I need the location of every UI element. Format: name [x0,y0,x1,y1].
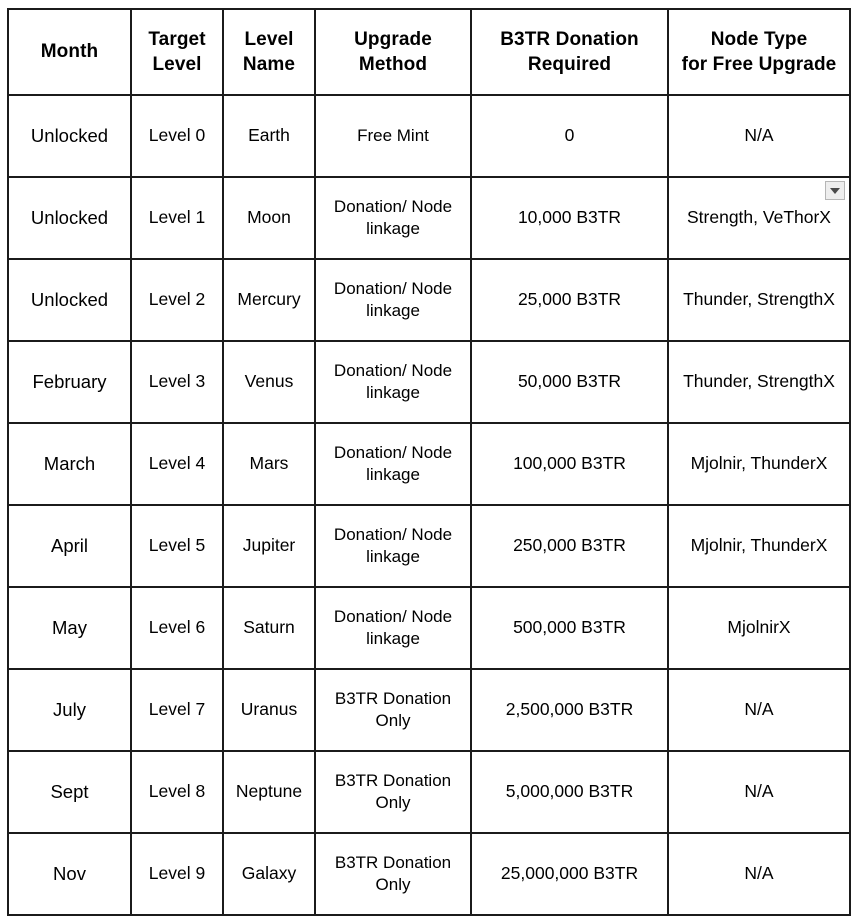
table-row: Unlocked Level 2 Mercury Donation/ Node lin… [7,258,851,342]
cell-node-type-free-upgrade: MjolnirX [667,586,851,670]
table-row: Nov Level 9 Galaxy B3TR Donation Only 25,000… [7,832,851,916]
cell-level-name: Neptune [222,750,316,834]
cell-upgrade-method: Donation/ Node linkage [314,340,472,424]
cell-node-type-free-upgrade: N/A [667,94,851,178]
cell-month: Unlocked [7,258,132,342]
cell-node-type-free-upgrade: Thunder, StrengthX [667,258,851,342]
column-header-upgrade-method: Upgrade Method [314,8,472,96]
column-header-level-name: Level Name [222,8,316,96]
cell-node-type-free-upgrade: N/A [667,750,851,834]
column-header-b3tr-donation-line2: Required [527,54,612,75]
cell-node-type-free-upgrade: Mjolnir, ThunderX [667,422,851,506]
column-header-level-name-line1: Level [244,28,294,50]
cell-month: Nov [7,832,132,916]
cell-level-name: Earth [222,94,316,178]
column-header-month: Month [7,8,132,96]
cell-level-name: Galaxy [222,832,316,916]
cell-b3tr-donation-required: 250,000 B3TR [470,504,669,588]
cell-target-level: Level 2 [130,258,224,342]
table-row: Unlocked Level 1 Moon Donation/ Node linkag… [7,176,851,260]
cell-b3tr-donation-required: 25,000,000 B3TR [470,832,669,916]
cell-node-type-free-upgrade: Strength, VeThorX [667,176,851,260]
cell-b3tr-donation-required: 500,000 B3TR [470,586,669,670]
cell-target-level: Level 6 [130,586,224,670]
cell-level-name: Moon [222,176,316,260]
column-header-target-level-line2: Level [152,54,202,75]
cell-target-level: Level 5 [130,504,224,588]
cell-node-type-free-upgrade: Mjolnir, ThunderX [667,504,851,588]
column-header-month-label: Month [40,41,99,63]
header-row: Month Target Level Level Name Upgrade Me… [7,8,851,96]
cell-month: February [7,340,132,424]
cell-target-level: Level 7 [130,668,224,752]
cell-month: Unlocked [7,176,132,260]
cell-b3tr-donation-required: 0 [470,94,669,178]
cell-b3tr-donation-required: 10,000 B3TR [470,176,669,260]
cell-month: Sept [7,750,132,834]
cell-target-level: Level 8 [130,750,224,834]
cell-upgrade-method: Donation/ Node linkage [314,504,472,588]
table-sheet: Month Target Level Level Name Upgrade Me… [0,0,856,916]
cell-month: May [7,586,132,670]
table-header: Month Target Level Level Name Upgrade Me… [7,8,851,96]
table-row: Unlocked Level 0 Earth Free Mint 0 N/A [7,94,851,178]
cell-level-name: Mercury [222,258,316,342]
cell-month: April [7,504,132,588]
cell-level-name: Venus [222,340,316,424]
column-header-node-type-free-upgrade: Node Type for Free Upgrade [667,8,851,96]
cell-upgrade-method: Donation/ Node linkage [314,258,472,342]
column-header-b3tr-donation-line1: B3TR Donation [500,28,639,50]
cell-node-type-free-upgrade: Thunder, StrengthX [667,340,851,424]
cell-target-level: Level 0 [130,94,224,178]
cell-b3tr-donation-required: 2,500,000 B3TR [470,668,669,752]
cell-level-name: Uranus [222,668,316,752]
cell-target-level: Level 3 [130,340,224,424]
cell-b3tr-donation-required: 25,000 B3TR [470,258,669,342]
column-header-upgrade-method-line2: Method [358,54,428,75]
cell-upgrade-method: Donation/ Node linkage [314,586,472,670]
cell-b3tr-donation-required: 50,000 B3TR [470,340,669,424]
cell-month: March [7,422,132,506]
node-upgrade-schedule-table: Month Target Level Level Name Upgrade Me… [7,8,851,916]
cell-node-type-free-upgrade: N/A [667,832,851,916]
table-row: May Level 6 Saturn Donation/ Node linkage 50… [7,586,851,670]
table-body: Unlocked Level 0 Earth Free Mint 0 N/A Unlocke… [7,94,851,916]
table-row: March Level 4 Mars Donation/ Node linkage 10… [7,422,851,506]
cell-level-name: Mars [222,422,316,506]
caret-down-icon[interactable] [825,181,845,200]
cell-upgrade-method: Free Mint [314,94,472,178]
cell-level-name: Jupiter [222,504,316,588]
cell-level-name: Saturn [222,586,316,670]
cell-target-level: Level 9 [130,832,224,916]
cell-node-type-free-upgrade: N/A [667,668,851,752]
cell-upgrade-method: B3TR Donation Only [314,668,472,752]
cell-upgrade-method: B3TR Donation Only [314,832,472,916]
table-row: April Level 5 Jupiter Donation/ Node linkag… [7,504,851,588]
cell-upgrade-method: Donation/ Node linkage [314,176,472,260]
cell-month: July [7,668,132,752]
column-header-level-name-line2: Name [242,54,296,75]
table-row: July Level 7 Uranus B3TR Donation Only 2,500… [7,668,851,752]
table-row: Sept Level 8 Neptune B3TR Donation Only 5,00… [7,750,851,834]
cell-target-level: Level 4 [130,422,224,506]
column-header-node-type-line2: for Free Upgrade [681,54,837,75]
column-header-node-type-line1: Node Type [710,28,808,50]
column-header-upgrade-method-line1: Upgrade [354,28,432,50]
column-header-target-level-line1: Target [148,28,206,50]
cell-upgrade-method: Donation/ Node linkage [314,422,472,506]
table-row: February Level 3 Venus Donation/ Node linka… [7,340,851,424]
cell-b3tr-donation-required: 100,000 B3TR [470,422,669,506]
cell-b3tr-donation-required: 5,000,000 B3TR [470,750,669,834]
column-header-target-level: Target Level [130,8,224,96]
cell-month: Unlocked [7,94,132,178]
cell-target-level: Level 1 [130,176,224,260]
cell-upgrade-method: B3TR Donation Only [314,750,472,834]
column-header-b3tr-donation-required: B3TR Donation Required [470,8,669,96]
caret-down-glyph [830,187,840,194]
